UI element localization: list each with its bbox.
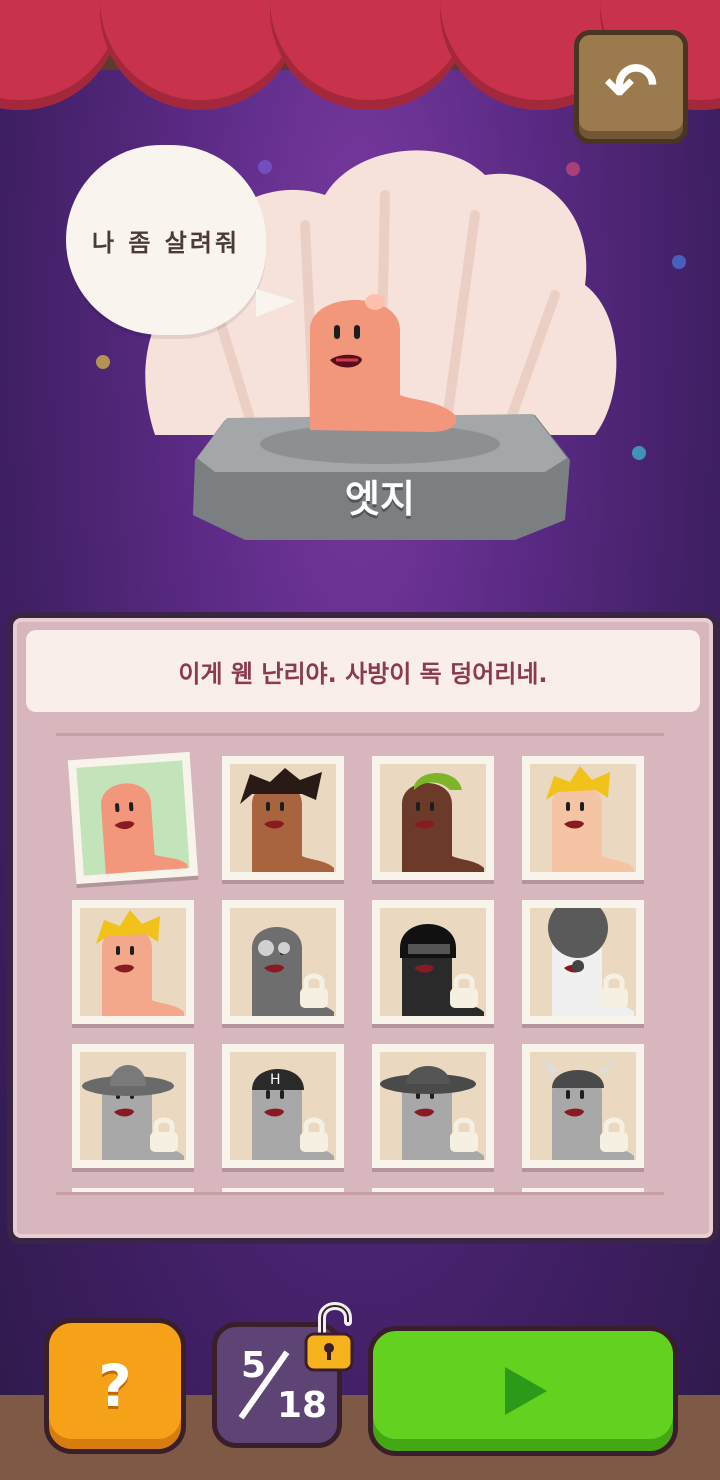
character-card[interactable]: [372, 756, 494, 880]
help-button[interactable]: ?: [44, 1318, 186, 1454]
character-card[interactable]: [72, 1044, 194, 1168]
character-card[interactable]: [67, 751, 199, 885]
lock-icon: [600, 1117, 628, 1152]
divider: [56, 1192, 664, 1195]
worm-portrait-icon: [101, 783, 188, 875]
lock-icon: [450, 1117, 478, 1152]
speech-text: 나 좀 살려줘: [91, 228, 241, 257]
character-card[interactable]: [522, 1044, 644, 1168]
worm-portrait-icon: [402, 772, 484, 872]
back-arrow-icon: ↶: [604, 50, 658, 124]
question-icon: ?: [98, 1352, 132, 1420]
character-portrait: [76, 760, 190, 876]
character-name: 엣지: [345, 477, 415, 521]
total-count: 18: [277, 1385, 328, 1426]
character-portrait: [530, 764, 636, 872]
lock-icon: [300, 973, 328, 1008]
character-card[interactable]: H: [222, 1044, 344, 1168]
open-padlock-icon: [304, 1302, 354, 1372]
speech-bubble: 나 좀 살려줘: [66, 145, 296, 335]
character-grid: H: [40, 740, 680, 1192]
character-card[interactable]: [222, 900, 344, 1024]
svg-text:H: H: [270, 1072, 281, 1088]
character-portrait: [80, 908, 186, 1016]
worm-portrait-icon: [240, 768, 334, 872]
sparkle: [672, 255, 686, 269]
character-card[interactable]: [222, 756, 344, 880]
sparkle: [632, 446, 646, 460]
lock-icon: [300, 1117, 328, 1152]
lock-icon: [600, 973, 628, 1008]
character-card[interactable]: [522, 900, 644, 1024]
character-card[interactable]: [522, 756, 644, 880]
character-card[interactable]: [72, 900, 194, 1024]
lock-icon: [450, 973, 478, 1008]
back-button[interactable]: ↶: [574, 30, 688, 144]
lock-icon: [150, 1117, 178, 1152]
sparkle: [96, 355, 110, 369]
worm-character: [310, 294, 457, 432]
character-card[interactable]: [372, 900, 494, 1024]
character-card[interactable]: [372, 1044, 494, 1168]
worm-portrait-icon: [96, 910, 184, 1016]
play-button[interactable]: [368, 1326, 678, 1456]
worm-portrait-icon: [546, 766, 634, 872]
play-icon: [505, 1367, 547, 1415]
character-portrait: [230, 764, 336, 872]
divider: [56, 733, 664, 736]
dialogue-banner: 이게 웬 난리야. 사방이 독 덩어리네.: [26, 630, 700, 712]
character-portrait: [380, 764, 486, 872]
dialogue-text: 이게 웬 난리야. 사방이 독 덩어리네.: [178, 659, 548, 688]
